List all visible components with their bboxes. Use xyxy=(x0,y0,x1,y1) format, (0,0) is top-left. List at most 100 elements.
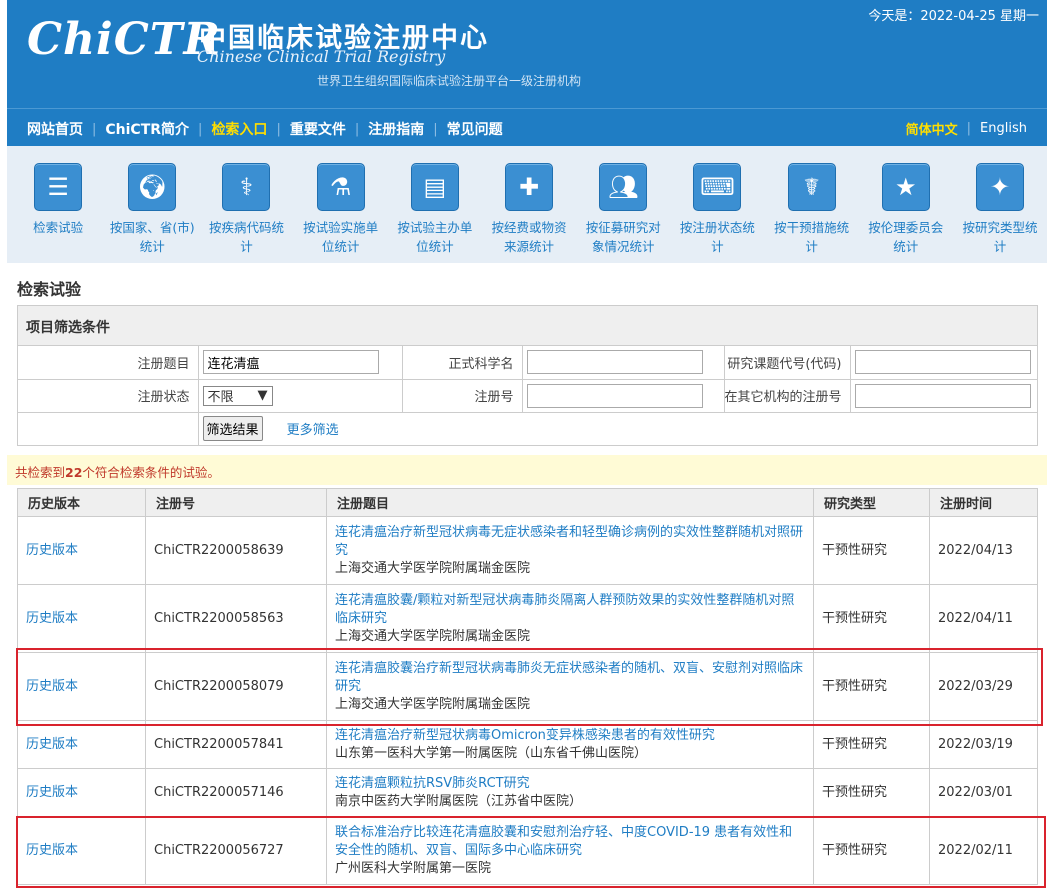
history-link[interactable]: 历史版本 xyxy=(17,584,146,653)
history-link[interactable]: 历史版本 xyxy=(17,720,146,769)
col-date: 注册时间 xyxy=(929,488,1038,517)
trial-title-link[interactable]: 连花清瘟颗粒抗RSV肺炎RCT研究 xyxy=(335,775,805,793)
menu-by-region[interactable]: 🌍︎ 按国家、省(市)统计 xyxy=(105,146,199,263)
people-icon: 👥︎ xyxy=(599,163,648,211)
institution: 广州医科大学附属第一医院 xyxy=(335,860,492,876)
institution: 上海交通大学医学院附属瑞金医院 xyxy=(335,560,531,576)
menu-label: 按试验主办单位统计 xyxy=(397,220,473,254)
nav-documents[interactable]: 重要文件 xyxy=(290,119,346,139)
filter-submit-button[interactable]: 筛选结果 xyxy=(202,416,263,442)
table-row: 历史版本 ChiCTR2200057146 连花清瘟颗粒抗RSV肺炎RCT研究南… xyxy=(17,768,1038,817)
nav-search[interactable]: 检索入口 xyxy=(211,119,267,139)
reg-number: ChiCTR2200056727 xyxy=(145,816,327,885)
reg-number: ChiCTR2200058079 xyxy=(145,652,327,721)
menu-by-intervention[interactable]: ☤ 按干预措施统计 xyxy=(765,146,859,263)
who-subtitle: 世界卫生组织国际临床试验注册平台一级注册机构 xyxy=(317,74,582,88)
trial-title-link[interactable]: 联合标准治疗比较连花清瘟胶囊和安慰剂治疗轻、中度COVID-19 患者有效性和安… xyxy=(335,824,805,860)
header-banner: ChiCTR 中国临床试验注册中心 Chinese Clinical Trial… xyxy=(7,0,1047,108)
menu-by-recruitment[interactable]: 👥︎ 按征募研究对象情况统计 xyxy=(576,146,670,263)
chictr-logo[interactable]: ChiCTR xyxy=(27,14,221,65)
flask-icon: ⚗ xyxy=(316,163,365,211)
reg-date: 2022/04/11 xyxy=(929,584,1038,653)
regno-input[interactable] xyxy=(526,383,703,408)
list-icon: ☰ xyxy=(34,163,83,211)
title-label: 注册题目 xyxy=(18,346,199,380)
other-regno-input[interactable] xyxy=(854,383,1031,408)
title-cell: 连花清瘟颗粒抗RSV肺炎RCT研究 南京中医药大学附属医院（江苏省中医院） xyxy=(326,768,814,817)
code-label: 研究课题代号(代码) xyxy=(723,346,851,380)
regno-label: 注册号 xyxy=(401,378,523,413)
nav-separator: | xyxy=(966,121,972,136)
study-type: 干预性研究 xyxy=(813,816,930,885)
sci-title-label: 正式科学名 xyxy=(401,346,523,380)
institution: 山东第一医科大学第一附属医院（山东省千佛山医院） xyxy=(335,745,648,761)
menu-by-site[interactable]: ⚗ 按试验实施单位统计 xyxy=(294,146,388,263)
menu-by-ethics[interactable]: ★ 按伦理委员会统计 xyxy=(859,146,953,263)
trial-title-link[interactable]: 连花清瘟胶囊/颗粒对新型冠状病毒肺炎隔离人群预防效果的实效性整群随机对照临床研究 xyxy=(335,592,805,628)
study-type: 干预性研究 xyxy=(813,720,930,769)
menu-label: 按伦理委员会统计 xyxy=(868,220,944,254)
history-link[interactable]: 历史版本 xyxy=(17,816,146,885)
status-select[interactable]: 不限 ▼ xyxy=(202,385,273,406)
summary-prefix: 共检索到 xyxy=(15,465,66,480)
menu-by-disease[interactable]: ⚕ 按疾病代码统计 xyxy=(199,146,293,263)
lang-chinese[interactable]: 简体中文 xyxy=(906,119,958,138)
nav-separator: | xyxy=(433,121,438,137)
result-summary: 共检索到22个符合检索条件的试验。 xyxy=(7,455,1047,485)
reg-number: ChiCTR2200057841 xyxy=(145,720,327,769)
reg-date: 2022/03/29 xyxy=(929,652,1038,721)
table-row: 历史版本 ChiCTR2200058639 连花清瘟治疗新型冠状病毒无症状感染者… xyxy=(17,516,1038,585)
more-filters-link[interactable]: 更多筛选 xyxy=(287,423,339,438)
sci-title-input[interactable] xyxy=(526,350,703,375)
code-input[interactable] xyxy=(854,350,1031,375)
nav-separator: | xyxy=(92,121,97,137)
lang-english[interactable]: English xyxy=(980,121,1027,136)
empty-cell xyxy=(18,411,199,445)
menu-by-status[interactable]: ⌨ 按注册状态统计 xyxy=(670,146,764,263)
results-table: 历史版本 注册号 注册题目 研究类型 注册时间 历史版本 ChiCTR22000… xyxy=(17,488,1038,885)
trial-title-link[interactable]: 连花清瘟治疗新型冠状病毒Omicron变异株感染患者的有效性研究 xyxy=(335,727,805,745)
study-type: 干预性研究 xyxy=(813,516,930,585)
reg-number: ChiCTR2200058639 xyxy=(145,516,327,585)
status-label: 注册状态 xyxy=(18,378,199,413)
nav-separator: | xyxy=(354,121,360,137)
menu-by-funding[interactable]: ✚ 按经费或物资来源统计 xyxy=(482,146,576,263)
menu-search-trials[interactable]: ☰ 检索试验 xyxy=(11,146,105,263)
history-link[interactable]: 历史版本 xyxy=(17,516,146,585)
trial-title-link[interactable]: 连花清瘟治疗新型冠状病毒无症状感染者和轻型确诊病例的实效性整群随机对照研究 xyxy=(335,524,805,560)
title-cell: 连花清瘟治疗新型冠状病毒无症状感染者和轻型确诊病例的实效性整群随机对照研究 上海交… xyxy=(326,516,814,585)
today-date: 今天是：2022-04-25 星期一 xyxy=(868,9,1039,24)
title-input[interactable] xyxy=(202,350,379,375)
trial-title-link[interactable]: 连花清瘟胶囊治疗新型冠状病毒肺炎无症状感染者的随机、双盲、安慰剂对照临床研究 xyxy=(335,660,805,696)
table-row: 历史版本 ChiCTR2200058563 连花清瘟胶囊/颗粒对新型冠状病毒肺炎… xyxy=(17,584,1038,653)
filter-panel: 项目筛选条件 注册题目 正式科学名 研究课题代号(代码) 注册状态 不限 ▼ 注… xyxy=(17,305,1038,446)
col-history: 历史版本 xyxy=(17,488,146,517)
history-link[interactable]: 历史版本 xyxy=(17,768,146,817)
menu-label: 按国家、省(市)统计 xyxy=(109,220,195,254)
menu-by-study-type[interactable]: ✦ 按研究类型统计 xyxy=(953,146,1047,263)
nav-home[interactable]: 网站首页 xyxy=(27,119,83,139)
other-regno-label: 在其它机构的注册号 xyxy=(723,378,851,413)
menu-by-sponsor[interactable]: ▤ 按试验主办单位统计 xyxy=(388,146,482,263)
title-cell: 连花清瘟胶囊/颗粒对新型冠状病毒肺炎隔离人群预防效果的实效性整群随机对照临床研究… xyxy=(326,584,814,653)
nav-separator: | xyxy=(198,121,203,137)
result-count: 22 xyxy=(65,465,83,480)
menu-label: 检索试验 xyxy=(33,220,84,235)
menu-label: 按干预措施统计 xyxy=(774,220,850,254)
history-link[interactable]: 历史版本 xyxy=(17,652,146,721)
nav-about[interactable]: ChiCTR简介 xyxy=(105,119,189,139)
stats-icon-menu: ☰ 检索试验 🌍︎ 按国家、省(市)统计 ⚕ 按疾病代码统计 ⚗ 按试验实施单位… xyxy=(7,146,1047,263)
title-cell: 连花清瘟治疗新型冠状病毒Omicron变异株感染患者的有效性研究 山东第一医科大学… xyxy=(326,720,814,769)
col-regno: 注册号 xyxy=(145,488,327,517)
caret-down-icon: ▼ xyxy=(257,388,268,403)
table-row: 历史版本 ChiCTR2200057841 连花清瘟治疗新型冠状病毒Omicro… xyxy=(17,720,1038,769)
menu-label: 按研究类型统计 xyxy=(962,220,1038,254)
filter-heading: 项目筛选条件 xyxy=(18,306,1037,346)
menu-label: 按试验实施单位统计 xyxy=(303,220,379,254)
title-cell: 连花清瘟胶囊治疗新型冠状病毒肺炎无症状感染者的随机、双盲、安慰剂对照临床研究 上海… xyxy=(326,652,814,721)
menu-label: 按注册状态统计 xyxy=(679,220,755,254)
nav-guide[interactable]: 注册指南 xyxy=(368,119,424,139)
nav-faq[interactable]: 常见问题 xyxy=(447,119,503,139)
doctor-icon: ☤ xyxy=(787,163,836,211)
study-type: 干预性研究 xyxy=(813,584,930,653)
